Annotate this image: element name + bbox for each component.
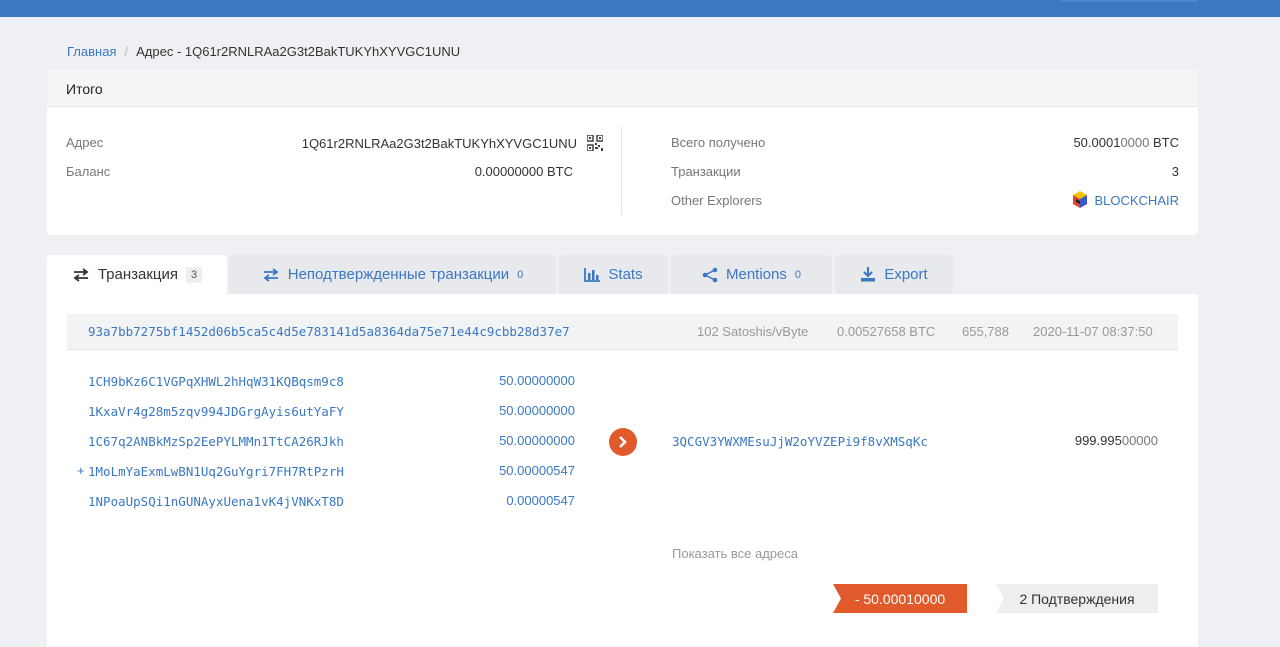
- tab-label: Mentions: [726, 266, 787, 283]
- breadcrumb-current: Адрес - 1Q61r2RNLRAa2G3t2BakTUKYhXYVGC1U…: [136, 44, 461, 59]
- input-amount: 50.00000000: [499, 433, 575, 448]
- tx-timestamp: 2020-11-07 08:37:50: [1033, 324, 1153, 339]
- tx-hash-link[interactable]: 93a7bb7275bf1452d06b5ca5c4d5e783141d5a83…: [88, 324, 570, 339]
- show-all-addresses-link[interactable]: Показать все адреса: [672, 546, 798, 561]
- input-amount: 50.00000547: [499, 463, 575, 478]
- fee-rate: 102 Satoshis/vByte: [697, 324, 809, 339]
- received-value: 50.00010000 BTC: [947, 135, 1179, 150]
- other-explorers-label: Other Explorers: [671, 193, 763, 208]
- input-address[interactable]: 1NPoaUpSQi1nGUNAyxUena1vK4jVNKxT8D: [88, 494, 344, 509]
- tab-label: Export: [884, 266, 928, 283]
- summary-divider: [621, 127, 622, 215]
- tab-export[interactable]: Export: [835, 255, 953, 294]
- tab-label: Неподтвержденные транзакции: [287, 266, 510, 283]
- address-value[interactable]: 1Q61r2RNLRAa2G3t2BakTUKYhXYVGC1UNU: [302, 136, 577, 151]
- input-amount: 0.00000547: [506, 493, 575, 508]
- tab-stats[interactable]: Stats: [559, 255, 668, 294]
- balance-label: Баланс: [66, 164, 111, 179]
- tab-unconfirmed[interactable]: Неподтвержденные транзакции 0: [229, 255, 556, 294]
- input-address[interactable]: 1KxaVr4g28m5zqv994JDGrgAyis6utYaFY: [88, 404, 344, 419]
- input-amount: 50.00000000: [499, 403, 575, 418]
- chevron-right-icon: [609, 428, 637, 456]
- tab-label: Транзакция: [97, 266, 179, 283]
- tab-transactions[interactable]: Транзакция 3: [47, 255, 227, 294]
- received-amount: 50.0001: [1073, 135, 1121, 150]
- breadcrumb: Главная / Адрес - 1Q61r2RNLRAa2G3t2BakTU…: [67, 44, 460, 59]
- tab-label: Stats: [608, 266, 643, 283]
- top-navbar: [0, 0, 1280, 17]
- transaction-header: 93a7bb7275bf1452d06b5ca5c4d5e783141d5a83…: [67, 314, 1178, 350]
- output-amount-dim: 00000: [1121, 433, 1158, 448]
- confirmations-badge: 2 Подтверждения: [996, 584, 1158, 613]
- address-label: Адрес: [66, 135, 104, 150]
- output-amount-main: 999.995: [1074, 433, 1122, 448]
- balance-value: 0.00000000 BTC: [347, 164, 573, 179]
- breadcrumb-separator: /: [124, 44, 129, 59]
- output-address[interactable]: 3QCGV3YWXMEsuJjW2oYVZEPi9f8vXMSqKc: [672, 434, 928, 449]
- input-address[interactable]: 1C67q2ANBkMzSp2EePYLMMn1TtCA26RJkh: [88, 434, 344, 449]
- exchange-icon: [72, 267, 90, 282]
- tx-count-value: 3: [1171, 164, 1179, 179]
- tab-count: 0: [794, 268, 801, 281]
- transaction-card: 93a7bb7275bf1452d06b5ca5c4d5e783141d5a83…: [47, 294, 1198, 647]
- summary-panel: Итого Адрес 1Q61r2RNLRAa2G3t2BakTUKYhXYV…: [47, 69, 1198, 235]
- blockchair-link[interactable]: BLOCKCHAIR: [1007, 191, 1179, 209]
- input-address[interactable]: 1CH9bKz6C1VGPqXHWL2hHqW31KQBqsm9c8: [88, 374, 344, 389]
- balance-amount: 0.00000000: [474, 164, 544, 179]
- output-amount: 999.99500000: [1007, 433, 1158, 448]
- summary-title: Итого: [47, 69, 1198, 107]
- address-value-row: 1Q61r2RNLRAa2G3t2BakTUKYhXYVGC1UNU: [277, 135, 603, 151]
- block-height[interactable]: 655,788: [962, 324, 1009, 339]
- tab-mentions[interactable]: Mentions 0: [671, 255, 832, 294]
- input-address[interactable]: 1MoLmYaExmLwBN1Uq2GuYgri7FH7RtPzrH: [88, 464, 344, 479]
- tx-count-label: Транзакции: [671, 164, 741, 179]
- this-address-marker: +: [77, 463, 85, 478]
- qr-code-icon[interactable]: [587, 135, 603, 151]
- received-unit: BTC: [1153, 135, 1179, 150]
- input-amount: 50.00000000: [499, 373, 575, 388]
- breadcrumb-home-link[interactable]: Главная: [67, 44, 116, 59]
- blockchair-icon: [1072, 191, 1088, 209]
- share-icon: [702, 267, 718, 283]
- tab-count: 3: [186, 266, 203, 283]
- received-amount-dim: 0000: [1120, 135, 1150, 150]
- net-amount-badge: - 50.00010000: [833, 584, 967, 613]
- balance-unit: BTC: [547, 164, 573, 179]
- fee-amount: 0.00527658 BTC: [837, 324, 936, 339]
- exchange-icon: [262, 267, 280, 282]
- download-icon: [860, 267, 876, 282]
- blockchair-label: BLOCKCHAIR: [1094, 192, 1179, 208]
- received-label: Всего получено: [671, 135, 766, 150]
- bar-chart-icon: [584, 267, 601, 282]
- search-box[interactable]: [1060, 0, 1198, 2]
- tab-count: 0: [517, 268, 524, 281]
